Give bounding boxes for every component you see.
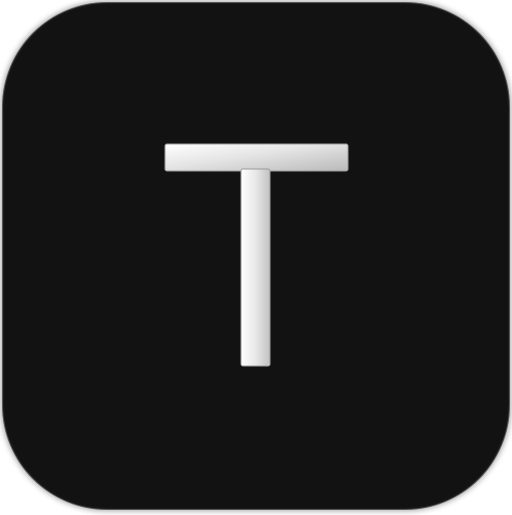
app-icon[interactable] xyxy=(3,3,509,509)
letter-t-stem xyxy=(240,168,271,367)
letter-t-crossbar xyxy=(164,143,349,172)
letter-t-icon xyxy=(164,143,349,367)
